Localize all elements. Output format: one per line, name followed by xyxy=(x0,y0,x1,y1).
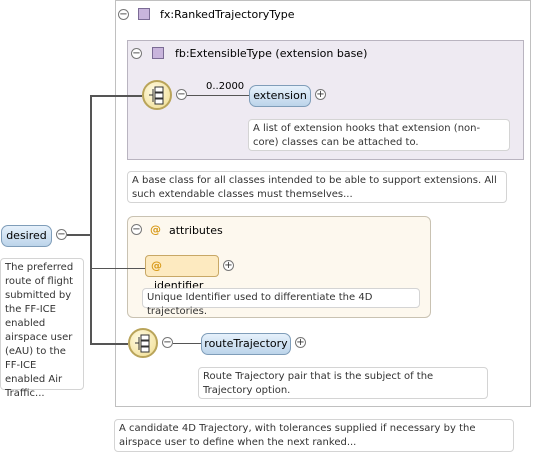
desired-element[interactable]: desired xyxy=(1,225,52,247)
type-title: fx:RankedTrajectoryType xyxy=(160,8,295,21)
extension-connector xyxy=(187,95,249,96)
attributes-at-icon: @ xyxy=(150,223,161,236)
branch-route xyxy=(90,343,128,345)
extension-note: A list of extension hooks that extension… xyxy=(248,119,510,151)
expand-identifier-icon[interactable]: + xyxy=(223,260,234,271)
route-connector xyxy=(173,343,201,344)
collapse-desired-icon[interactable]: − xyxy=(56,229,67,240)
base-note: A base class for all classes intended to… xyxy=(127,171,507,203)
root-connector xyxy=(67,234,90,236)
base-title: fb:ExtensibleType (extension base) xyxy=(175,47,368,60)
collapse-base-icon[interactable]: − xyxy=(131,48,142,59)
trunk-vertical xyxy=(90,95,92,344)
identifier-attribute[interactable]: @ identifier xyxy=(145,255,219,292)
collapse-route-seq-icon[interactable]: − xyxy=(162,337,173,348)
branch-extension xyxy=(90,95,142,97)
base-type-icon xyxy=(152,47,164,59)
collapse-extension-seq-icon[interactable]: − xyxy=(176,89,187,100)
desired-note: The preferred route of flight submitted … xyxy=(0,258,84,399)
complex-type-icon xyxy=(138,8,150,20)
sequence-glyph xyxy=(149,86,164,105)
sequence-icon-extension[interactable] xyxy=(142,80,172,110)
collapse-type-icon[interactable]: − xyxy=(118,9,129,20)
attributes-title: attributes xyxy=(169,224,223,237)
extension-element[interactable]: extension xyxy=(249,85,311,107)
type-note: A candidate 4D Trajectory, with toleranc… xyxy=(114,419,514,452)
branch-attributes xyxy=(90,268,145,269)
route-trajectory-element[interactable]: routeTrajectory xyxy=(201,333,291,355)
expand-extension-icon[interactable]: + xyxy=(315,89,326,100)
extension-cardinality: 0..2000 xyxy=(206,81,245,92)
attribute-at-icon: @ xyxy=(151,259,162,272)
expand-route-icon[interactable]: + xyxy=(295,337,306,348)
collapse-attributes-icon[interactable]: − xyxy=(131,224,142,235)
sequence-icon-route[interactable] xyxy=(128,328,158,358)
route-note: Route Trajectory pair that is the subjec… xyxy=(198,367,488,399)
identifier-note: Unique Identifier used to differentiate … xyxy=(142,288,420,317)
sequence-glyph xyxy=(135,334,150,353)
